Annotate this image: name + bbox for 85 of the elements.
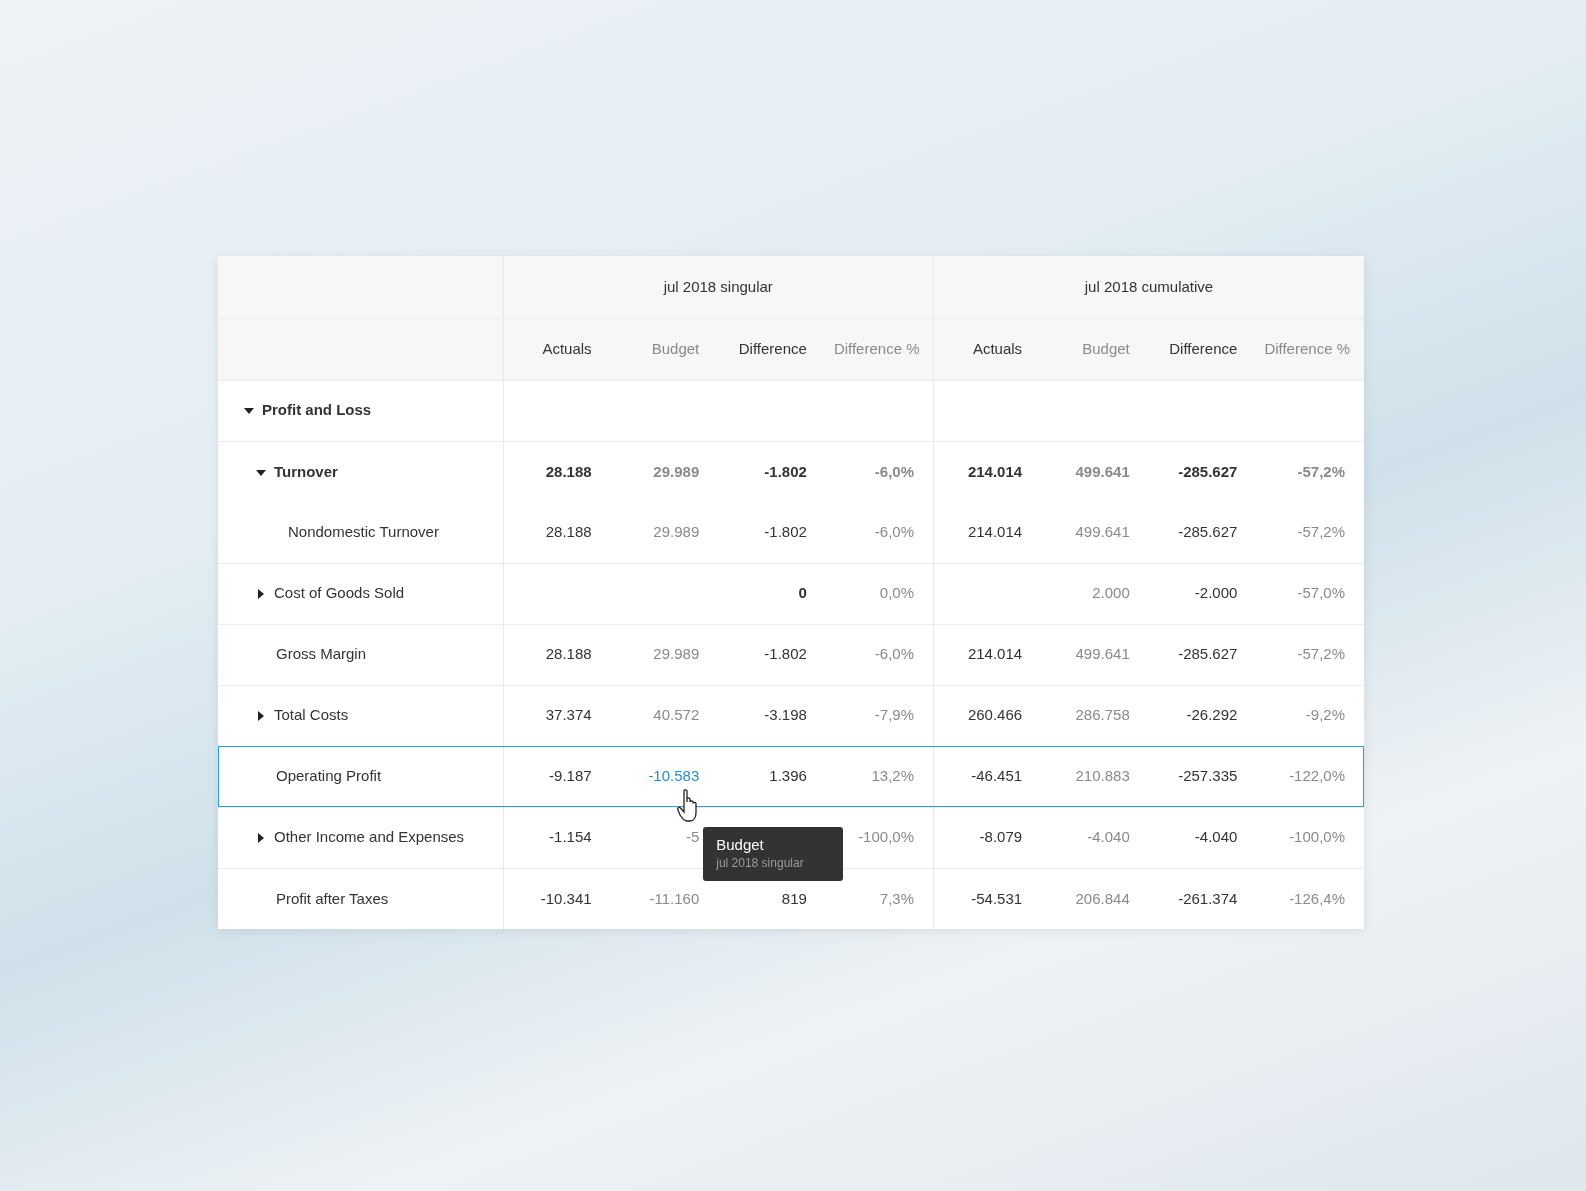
column-header: Difference [1148,318,1257,380]
table-cell: -10.341 [503,868,611,929]
table-cell: 286.758 [1041,685,1149,746]
table-cell: -261.374 [1148,868,1257,929]
row-label: Profit and Loss [262,401,372,419]
table-cell: 13,2% [825,746,934,807]
table-cell: -9.187 [503,746,611,807]
table-cell: -57,2% [1256,441,1364,502]
table-cell: 0 [718,563,826,624]
table-cell: 214.014 [933,502,1042,563]
table-cell: 260.466 [933,685,1042,746]
caret-icon[interactable] [256,711,266,722]
table-cell: -4.040 [1148,807,1257,868]
column-header: Actuals [933,318,1042,380]
table-row[interactable]: Total Costs 37.374 40.572 -3.198 -7,9% 260.466 286.758 -26.292 -9,2% [218,685,1364,746]
table-cell: -6,0% [825,624,934,685]
table-cell: 40.572 [610,685,719,746]
table-cell: 28.188 [503,624,611,685]
table-cell: -46.451 [933,746,1042,807]
column-header: Difference % [825,318,934,380]
table-cell: -1.802 [718,624,826,685]
table-cell: -285.627 [1148,441,1257,502]
table-row[interactable]: Operating Profit -9.187 -10.583 1.396 13,2% -46.451 210.883 -257.335 -122,0% [218,746,1364,807]
column-header: Actuals [503,318,611,380]
table-cell: -285.627 [1148,502,1257,563]
column-header: Difference % [1256,318,1364,380]
table-row[interactable]: Gross Margin 28.188 29.989 -1.802 -6,0% 214.014 499.641 -285.627 -57,2% [218,624,1364,685]
table-cell: 214.014 [933,441,1042,502]
table-cell: -26.292 [1148,685,1257,746]
table-row[interactable]: Profit and Loss [218,380,1364,441]
row-label: Total Costs [274,706,349,724]
table-cell: 1.396 [718,746,826,807]
table-cell: 29.989 [610,624,719,685]
table-cell: 206.844 [1041,868,1149,929]
table-cell: -3.198 [718,685,826,746]
table-cell: 28.188 [503,502,611,563]
column-header: Budget [1041,318,1149,380]
row-label: Operating Profit [276,767,382,785]
table-cell: -8.079 [933,807,1042,868]
table-cell: -2.000 [1148,563,1257,624]
table-row[interactable]: Cost of Goods Sold 0 0,0% 2.000 -2.000 -57,0% [218,563,1364,624]
table-cell: 499.641 [1041,441,1149,502]
row-label: Turnover [274,462,338,480]
table-cell: -6,0% [825,441,934,502]
table-cell: 0,0% [825,563,934,624]
caret-icon[interactable] [256,467,266,478]
table-cell: 28.188 [503,441,611,502]
column-header: Budget [610,318,719,380]
tooltip-title: Budget [716,836,765,854]
table-cell: 499.641 [1041,502,1149,563]
table-cell: -9,2% [1256,685,1364,746]
table-cell: -7,9% [825,685,934,746]
table-cell: -57,2% [1256,502,1364,563]
table-cell: 37.374 [503,685,611,746]
table-cell: -100,0% [1256,807,1364,868]
table-row[interactable]: Nondomestic Turnover 28.188 29.989 -1.802 -6,0% 214.014 499.641 -285.627 -57,2% [218,502,1364,563]
table-cell: 29.989 [610,502,719,563]
table-cell: -57,2% [1256,624,1364,685]
column-header: Difference [718,318,826,380]
row-label: Profit after Taxes [276,889,389,907]
table-cell: -285.627 [1148,624,1257,685]
row-label: Nondomestic Turnover [288,523,439,540]
row-label: Other Income and Expenses [274,828,465,846]
caret-icon[interactable] [256,833,266,844]
column-group-header: jul 2018 cumulative [933,256,1364,318]
table-cell: -54.531 [933,868,1042,929]
table-cell: -1.802 [718,502,826,563]
table-cell: -1.154 [503,807,611,868]
table-cell: 214.014 [933,624,1042,685]
table-cell: -122,0% [1256,746,1364,807]
table-cell: -257.335 [1148,746,1257,807]
table-cell: -126,4% [1256,868,1364,929]
row-label: Gross Margin [276,645,367,663]
table-cell: 2.000 [1041,563,1149,624]
table-cell: 210.883 [1041,746,1149,807]
caret-icon[interactable] [256,589,266,600]
table-row[interactable]: Turnover 28.188 29.989 -1.802 -6,0% 214.014 499.641 -285.627 -57,2% [218,441,1364,502]
table-cell: -6,0% [825,502,934,563]
table-cell: -1.802 [718,441,826,502]
row-label: Cost of Goods Sold [274,584,405,602]
column-group-header: jul 2018 singular [503,256,934,318]
table-cell: -57,0% [1256,563,1364,624]
table-cell: -4.040 [1041,807,1149,868]
table-cell: 29.989 [610,441,719,502]
table-cell: 499.641 [1041,624,1149,685]
